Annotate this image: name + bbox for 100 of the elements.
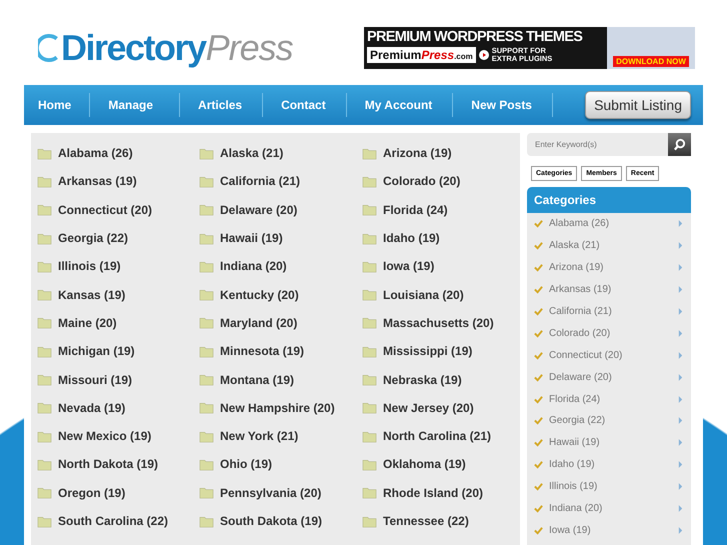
folder-icon xyxy=(199,373,214,386)
check-icon xyxy=(534,285,543,294)
category-link[interactable]: Missouri (19) xyxy=(58,372,132,387)
category-link[interactable]: South Carolina (22) xyxy=(58,514,168,528)
category-link[interactable]: Delaware (20) xyxy=(220,202,298,217)
category-link[interactable]: Georgia (22) xyxy=(58,231,128,246)
category-link[interactable]: Idaho (19) xyxy=(383,231,440,246)
category-link[interactable]: Hawaii (19) xyxy=(220,231,283,246)
arrow-icon xyxy=(678,483,683,490)
check-icon xyxy=(534,307,543,316)
search-field[interactable]: Enter Keyword(s) xyxy=(527,133,668,156)
category-link[interactable]: Alaska (21) xyxy=(220,146,284,160)
folder-icon xyxy=(199,401,214,414)
folder-icon xyxy=(362,288,377,302)
folder-icon xyxy=(199,288,214,302)
category-link[interactable]: Rhode Island (20) xyxy=(383,486,484,500)
folder-icon xyxy=(37,260,52,273)
folder-icon xyxy=(199,146,214,160)
folder-icon xyxy=(37,514,52,528)
category-link[interactable]: New Hampshire (20) xyxy=(220,400,335,415)
category-link[interactable]: Maryland (20) xyxy=(220,316,298,330)
category-link[interactable]: Delaware (20) xyxy=(549,372,678,383)
category-link[interactable]: Kentucky (20) xyxy=(220,288,299,302)
folder-icon xyxy=(362,203,377,216)
category-link[interactable]: North Dakota (19) xyxy=(58,457,158,472)
folder-icon xyxy=(37,174,52,188)
folder-icon xyxy=(37,316,52,330)
category-link[interactable]: Massachusetts (20) xyxy=(383,316,494,330)
submit-listing-button[interactable]: Submit Listing xyxy=(585,91,691,119)
category-link[interactable]: Tennessee (22) xyxy=(383,514,469,528)
category-link[interactable]: Iowa (19) xyxy=(549,524,678,536)
category-link[interactable]: Maine (20) xyxy=(58,316,117,330)
category-link[interactable]: Alabama (26) xyxy=(58,146,133,160)
folder-icon xyxy=(362,373,377,386)
arrow-icon xyxy=(678,461,683,468)
category-link[interactable]: Florida (24) xyxy=(383,202,448,217)
folder-icon xyxy=(37,430,52,443)
folder-icon xyxy=(37,458,52,471)
category-link[interactable]: Illinois (19) xyxy=(58,259,121,274)
folder-icon xyxy=(199,430,214,443)
arrow-icon xyxy=(678,308,683,315)
category-link[interactable]: Alabama (26) xyxy=(549,218,678,230)
category-link[interactable]: Georgia (22) xyxy=(549,415,678,426)
category-link[interactable]: Oregon (19) xyxy=(58,486,126,500)
category-link[interactable]: Idaho (19) xyxy=(549,459,678,470)
category-link[interactable]: Montana (19) xyxy=(220,372,294,387)
category-link[interactable]: New Jersey (20) xyxy=(383,400,474,415)
category-link[interactable]: Arkansas (19) xyxy=(549,284,678,296)
folder-icon xyxy=(362,344,377,358)
category-link[interactable]: North Carolina (21) xyxy=(383,429,492,444)
check-icon xyxy=(534,526,543,535)
category-link[interactable]: Ohio (19) xyxy=(220,457,272,472)
folder-icon xyxy=(199,344,214,358)
arrow-icon xyxy=(678,220,683,228)
category-link[interactable]: Nebraska (19) xyxy=(383,372,462,387)
category-link[interactable]: Colorado (20) xyxy=(549,328,678,339)
category-link[interactable]: New Mexico (19) xyxy=(58,429,152,444)
panel-heading: Categories xyxy=(527,187,691,213)
category-link[interactable]: South Dakota (19) xyxy=(220,514,322,528)
category-link[interactable]: Hawaii (19) xyxy=(549,437,678,448)
folder-icon xyxy=(199,458,214,471)
category-link[interactable]: Iowa (19) xyxy=(383,259,434,274)
play-icon xyxy=(478,50,489,60)
check-icon xyxy=(534,263,543,272)
category-link[interactable]: Arizona (19) xyxy=(383,146,452,160)
folder-icon xyxy=(362,430,377,443)
folder-icon xyxy=(199,260,214,273)
folder-icon xyxy=(362,174,377,188)
category-link[interactable]: Kansas (19) xyxy=(58,288,126,302)
arrow-icon xyxy=(678,352,683,359)
category-link[interactable]: Michigan (19) xyxy=(58,344,135,358)
category-link[interactable]: New York (21) xyxy=(220,429,298,444)
arrow-icon xyxy=(678,242,683,250)
folder-icon xyxy=(199,486,214,500)
category-link[interactable]: Connecticut (20) xyxy=(549,350,678,361)
folder-icon xyxy=(362,458,377,471)
category-link[interactable]: Colorado (20) xyxy=(383,174,460,188)
check-icon xyxy=(534,438,543,448)
folder-icon xyxy=(199,232,214,245)
category-link[interactable]: Pennsylvania (20) xyxy=(220,486,322,500)
category-link[interactable]: Minnesota (19) xyxy=(220,344,304,358)
check-icon xyxy=(534,394,543,404)
category-link[interactable]: Mississippi (19) xyxy=(383,344,472,358)
category-link[interactable]: Arizona (19) xyxy=(549,262,678,274)
folder-icon xyxy=(199,316,214,330)
category-link[interactable]: California (21) xyxy=(549,306,678,317)
check-icon xyxy=(534,482,543,492)
category-link[interactable]: Louisiana (20) xyxy=(383,288,464,302)
folder-icon xyxy=(37,344,52,358)
category-link[interactable]: Florida (24) xyxy=(549,394,678,405)
category-link[interactable]: Indiana (20) xyxy=(549,503,678,514)
category-link[interactable]: Illinois (19) xyxy=(549,481,678,492)
category-link[interactable]: Nevada (19) xyxy=(58,400,126,415)
category-link[interactable]: Indiana (20) xyxy=(220,259,287,274)
category-link[interactable]: Alaska (21) xyxy=(549,240,678,252)
category-link[interactable]: Connecticut (20) xyxy=(58,202,152,217)
category-link[interactable]: Oklahoma (19) xyxy=(383,457,466,472)
category-link[interactable]: California (21) xyxy=(220,174,300,188)
search-button[interactable] xyxy=(668,133,691,156)
category-link[interactable]: Arkansas (19) xyxy=(58,174,137,188)
